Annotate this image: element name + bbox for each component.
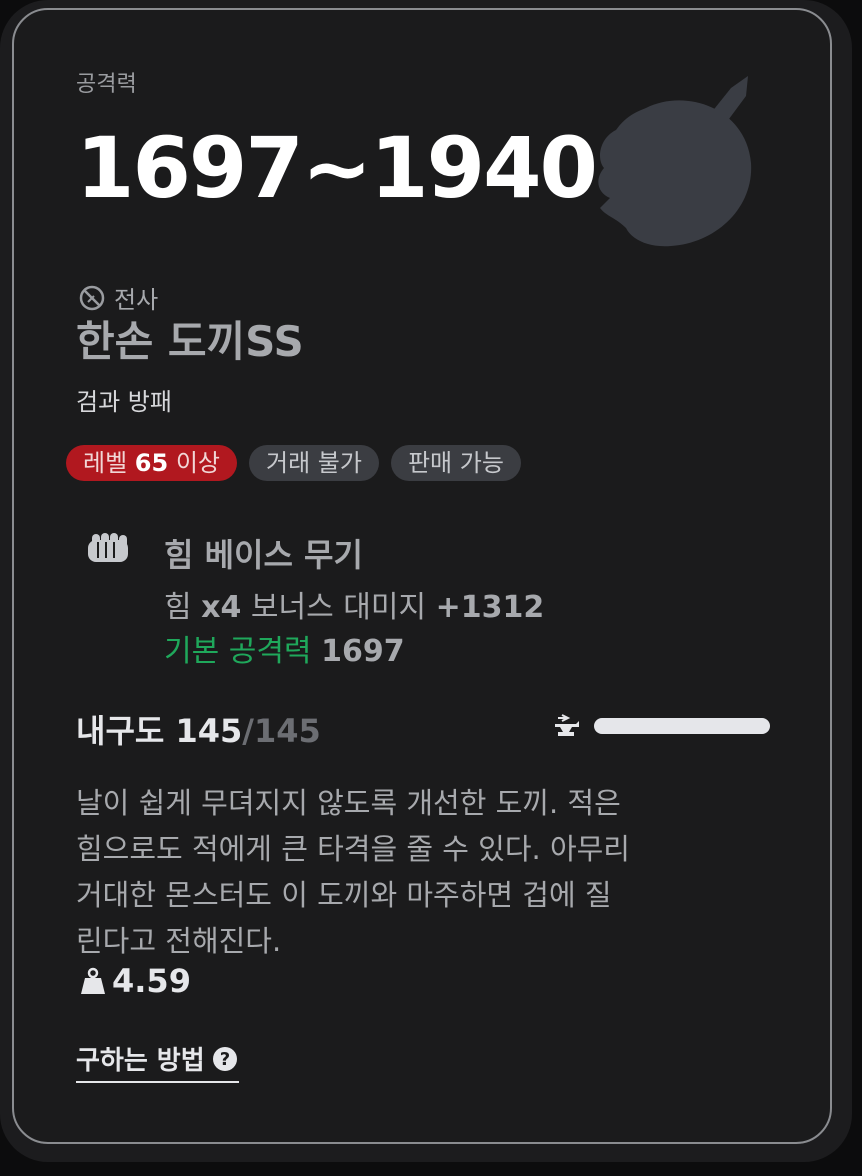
- svg-text:?: ?: [219, 1049, 229, 1070]
- stat-bonus-label: 보너스 대미지: [241, 590, 436, 625]
- item-name: 한손 도끼SS: [76, 317, 304, 366]
- class-row: 전사: [78, 280, 158, 315]
- anvil-icon: [555, 714, 579, 736]
- base-attack-label: 기본 공격력: [164, 634, 312, 669]
- stat-bonus-line: 힘 x4 보너스 대미지 +1312: [164, 582, 544, 626]
- level-requirement-badge: 레벨 65 이상: [66, 445, 237, 481]
- how-to-get-label: 구하는 방법: [76, 1046, 205, 1076]
- stat-multiplier: x4: [201, 590, 242, 625]
- base-attack-value: 1697: [321, 634, 405, 669]
- level-prefix: 레벨: [83, 449, 135, 477]
- durability-max: /145: [242, 712, 321, 750]
- question-icon: ?: [212, 1046, 237, 1071]
- trade-badge: 거래 불가: [249, 445, 379, 481]
- durability-label: 내구도: [76, 712, 165, 750]
- attack-value: 1697~1940: [76, 119, 598, 217]
- base-attack-line: 기본 공격력 1697: [164, 626, 405, 670]
- durability-text: 내구도 145/145: [76, 706, 321, 752]
- weight-icon: [81, 967, 105, 994]
- class-emblem-icon: [79, 285, 105, 310]
- axe-silhouette-icon: [598, 76, 752, 247]
- class-name: 전사: [114, 286, 159, 314]
- weight-value: 4.59: [112, 962, 191, 1000]
- durability-bar: [594, 718, 770, 734]
- stat-prefix: 힘: [164, 590, 202, 625]
- weight-row: 4.59: [80, 962, 191, 1000]
- item-type: 검과 방패: [76, 388, 172, 416]
- stat-bonus-value: +1312: [435, 590, 545, 625]
- stat-title: 힘 베이스 무기: [164, 536, 363, 574]
- level-suffix: 이상: [168, 449, 220, 477]
- item-description: 날이 쉽게 무뎌지지 않도록 개선한 도끼. 적은 힘으로도 적에게 큰 타격을…: [76, 786, 630, 958]
- badge-row: 레벨 65 이상 거래 불가 판매 가능: [66, 445, 521, 481]
- durability-current: 145: [175, 712, 243, 750]
- attack-label: 공격력: [76, 72, 137, 97]
- sell-badge: 판매 가능: [390, 445, 521, 481]
- level-value: 65: [134, 449, 169, 477]
- fist-icon: [88, 533, 128, 562]
- how-to-get-link[interactable]: 구하는 방법 ?: [76, 1040, 239, 1083]
